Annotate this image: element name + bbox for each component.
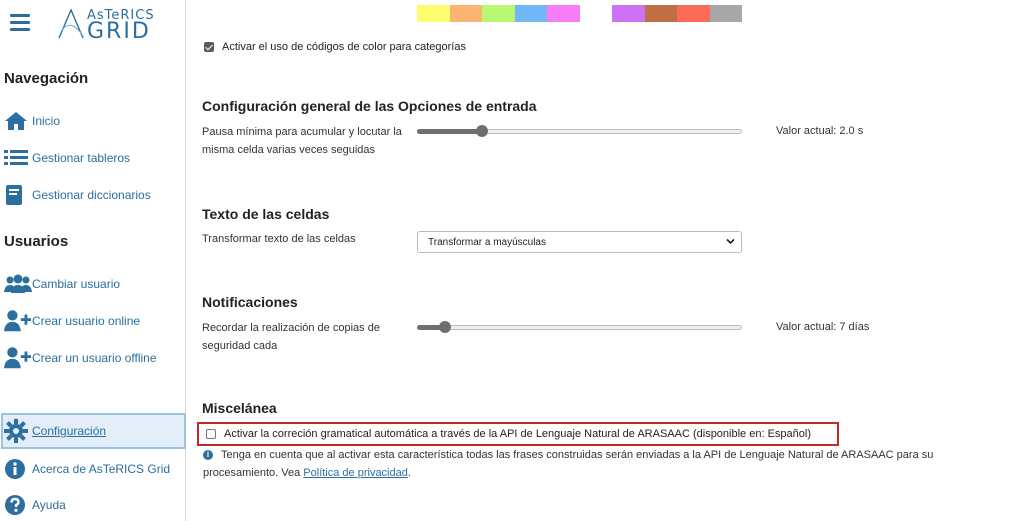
nav-section-title: Navegación: [4, 70, 89, 87]
sidebar-item-crear-usuario-offline[interactable]: Crear un usuario offline: [4, 341, 185, 375]
color-swatch: [547, 5, 580, 22]
color-coding-checkbox[interactable]: [204, 42, 214, 52]
sidebar-item-inicio[interactable]: Inicio: [4, 104, 185, 138]
sidebar-item-label: Crear un usuario offline: [32, 351, 157, 365]
sidebar-item-label: Gestionar diccionarios: [32, 188, 151, 202]
users-icon: [4, 272, 32, 296]
sidebar-item-label: Inicio: [32, 114, 61, 128]
logo-mark-icon: [58, 8, 84, 39]
sidebar-item-gestionar-tableros[interactable]: Gestionar tableros: [4, 141, 185, 175]
sidebar-item-configuracion[interactable]: Configuración: [1, 413, 186, 449]
help-icon: [4, 493, 32, 517]
grammar-info: i Tenga en cuenta que al activar esta car…: [203, 446, 1003, 482]
gear-icon: [4, 419, 32, 443]
color-swatch: [482, 5, 515, 22]
logo-text-main: GRID: [87, 19, 151, 44]
color-swatch: [417, 5, 450, 22]
sidebar-item-label: Gestionar tableros: [32, 151, 131, 165]
grammar-option: Activar la correción gramatical automáti…: [197, 422, 839, 446]
backup-label: Recordar la realización de copias de seg…: [202, 322, 380, 352]
sidebar-item-label: Cambiar usuario: [32, 277, 121, 291]
slider-thumb[interactable]: [439, 321, 451, 333]
color-swatch: [677, 5, 710, 22]
chevron-down-icon: [726, 237, 735, 248]
grammar-info-end: .: [407, 467, 411, 479]
home-icon: [4, 109, 32, 133]
color-swatches-group-1: [417, 5, 580, 22]
color-coding-option: Activar el uso de códigos de color para …: [204, 41, 466, 53]
input-options-title: Configuración general de las Opciones de…: [202, 98, 537, 114]
sidebar: AsTeRICS GRID Navegación Inicio Gestiona…: [0, 0, 186, 521]
cell-text-title: Texto de las celdas: [202, 206, 330, 222]
grammar-checkbox[interactable]: [206, 429, 216, 439]
book-icon: [4, 183, 32, 207]
info-icon: i: [203, 450, 213, 460]
sidebar-item-ayuda[interactable]: Ayuda: [4, 488, 185, 521]
info-icon: [4, 457, 32, 481]
sidebar-item-label: Configuración: [32, 424, 107, 438]
users-section-title: Usuarios: [4, 233, 69, 250]
list-icon: [4, 146, 32, 170]
pause-value: Valor actual: 2.0 s: [776, 125, 864, 137]
sidebar-item-acerca-de[interactable]: Acerca de AsTeRICS Grid: [4, 452, 185, 486]
sidebar-item-label: Acerca de AsTeRICS Grid: [32, 462, 171, 476]
sidebar-item-label: Crear usuario online: [32, 314, 141, 328]
color-swatch: [514, 5, 547, 22]
backup-slider[interactable]: [417, 321, 742, 333]
menu-toggle-icon[interactable]: [10, 14, 30, 32]
slider-thumb[interactable]: [476, 125, 488, 137]
sidebar-item-crear-usuario-online[interactable]: Crear usuario online: [4, 304, 185, 338]
sidebar-item-cambiar-usuario[interactable]: Cambiar usuario: [4, 267, 185, 301]
pause-label: Pausa mínima para acumular y locutar la …: [202, 126, 402, 156]
sidebar-item-label: Ayuda: [32, 498, 66, 512]
misc-title: Miscelánea: [202, 400, 277, 416]
user-plus-icon: [4, 346, 32, 370]
app-logo[interactable]: AsTeRICS GRID: [55, 6, 155, 44]
color-swatches-group-2: [612, 5, 742, 22]
color-swatch: [449, 5, 482, 22]
color-swatch: [612, 5, 645, 22]
transform-label: Transformar texto de las celdas: [202, 233, 356, 245]
grammar-label: Activar la correción gramatical automáti…: [224, 428, 811, 440]
transform-select-value: Transformar a mayúsculas: [428, 237, 546, 248]
backup-value: Valor actual: 7 días: [776, 321, 870, 333]
color-swatch: [644, 5, 677, 22]
sidebar-item-gestionar-diccionarios[interactable]: Gestionar diccionarios: [4, 178, 185, 212]
settings-main: Activar el uso de códigos de color para …: [187, 0, 1030, 521]
notifications-title: Notificaciones: [202, 294, 298, 310]
privacy-policy-link[interactable]: Política de privacidad: [303, 467, 408, 479]
color-coding-label: Activar el uso de códigos de color para …: [222, 41, 466, 53]
pause-slider[interactable]: [417, 125, 742, 137]
color-swatch: [709, 5, 742, 22]
transform-select[interactable]: Transformar a mayúsculas: [417, 231, 742, 253]
user-plus-icon: [4, 309, 32, 333]
